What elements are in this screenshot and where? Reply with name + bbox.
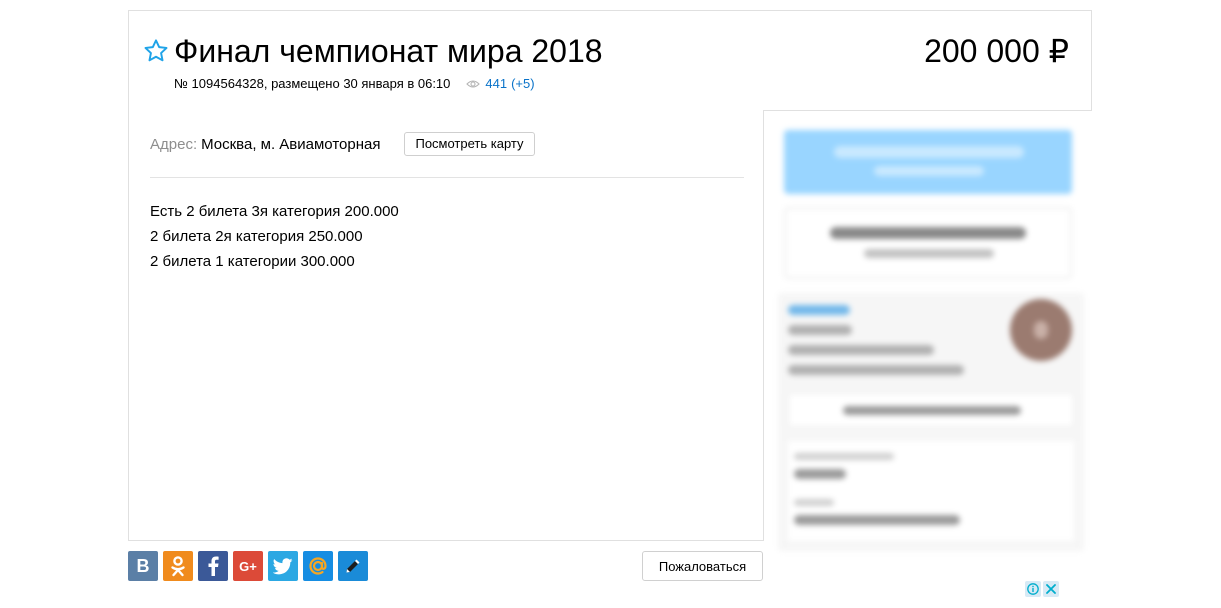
- facebook-glyph: [208, 556, 219, 576]
- blurred-text: [788, 345, 934, 355]
- seller-avatar[interactable]: [1010, 299, 1072, 361]
- mail-ru-glyph: [309, 557, 327, 575]
- blurred-text: [788, 365, 964, 375]
- blurred-text: [794, 469, 846, 479]
- address-label: Адрес:: [150, 135, 198, 153]
- adchoices-info-icon[interactable]: [1025, 581, 1041, 597]
- description-line: Есть 2 билета 3я категория 200.000: [150, 203, 399, 220]
- show-phone-button[interactable]: [784, 130, 1072, 194]
- seller-name-link[interactable]: [788, 305, 850, 315]
- listing-description: Есть 2 билета 3я категория 200.000 2 бил…: [150, 199, 399, 274]
- livejournal-icon[interactable]: [338, 551, 368, 581]
- twitter-glyph: [273, 557, 293, 574]
- mail-ru-icon[interactable]: [303, 551, 333, 581]
- odnoklassniki-icon[interactable]: [163, 551, 193, 581]
- google-plus-label: G+: [239, 558, 257, 574]
- views-delta: (+5): [511, 76, 535, 91]
- blurred-text: [864, 249, 994, 258]
- description-line: 2 билета 1 категории 300.000: [150, 253, 355, 270]
- blurred-text: [843, 406, 1021, 415]
- blurred-text: [794, 515, 960, 525]
- description-line: 2 билета 2я категория 250.000: [150, 228, 363, 245]
- views-counter[interactable]: 441 (+5): [466, 76, 535, 92]
- listing-header: Финал чемпионат мира 2018 200 000 ₽ № 10…: [128, 10, 1092, 111]
- blurred-text: [830, 227, 1026, 239]
- contact-info: [788, 441, 1074, 541]
- close-icon[interactable]: [1043, 581, 1059, 597]
- eye-icon: [466, 80, 481, 88]
- info-glyph: [1027, 583, 1039, 595]
- avatar-glyph: [1034, 321, 1048, 339]
- vk-icon[interactable]: В: [128, 551, 158, 581]
- subscribe-seller-button[interactable]: [788, 393, 1074, 427]
- listing-title: Финал чемпионат мира 2018: [174, 33, 603, 69]
- ad-choices[interactable]: [1025, 581, 1059, 597]
- views-count: 441: [485, 76, 508, 91]
- report-button[interactable]: Пожаловаться: [642, 551, 763, 581]
- seller-card: [778, 293, 1084, 551]
- write-message-button[interactable]: [784, 207, 1072, 279]
- listing-body: Адрес: Москва, м. Авиамоторная Посмотрет…: [128, 110, 764, 541]
- vk-icon-label: В: [136, 555, 150, 576]
- blurred-text: [794, 499, 834, 506]
- google-plus-icon[interactable]: G+: [233, 551, 263, 581]
- address-row: Адрес: Москва, м. Авиамоторная Посмотрет…: [150, 132, 535, 156]
- share-buttons: В G+: [128, 551, 368, 581]
- listing-price: 200 000 ₽: [924, 33, 1069, 69]
- listing-meta: № 1094564328, размещено 30 января в 06:1…: [174, 76, 535, 92]
- facebook-icon[interactable]: [198, 551, 228, 581]
- divider: [150, 177, 744, 178]
- blurred-text: [794, 453, 894, 460]
- twitter-icon[interactable]: [268, 551, 298, 581]
- livejournal-glyph: [346, 559, 360, 573]
- odnoklassniki-glyph: [171, 556, 185, 577]
- listing-id-date: № 1094564328, размещено 30 января в 06:1…: [174, 76, 451, 91]
- blurred-text: [874, 166, 984, 176]
- close-glyph: [1046, 584, 1056, 594]
- blurred-text: [788, 325, 852, 335]
- blurred-text: [834, 146, 1024, 158]
- star-outline-icon[interactable]: [143, 38, 169, 64]
- address-value: Москва, м. Авиамоторная: [201, 135, 381, 153]
- seller-sidebar-blurred: [770, 115, 1090, 560]
- show-map-button[interactable]: Посмотреть карту: [404, 132, 535, 156]
